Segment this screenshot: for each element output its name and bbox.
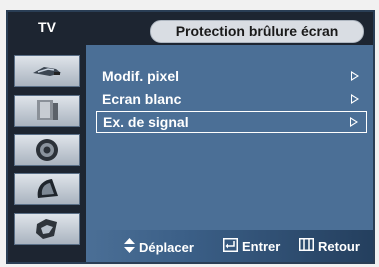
nav-enter-label: Entrer (242, 239, 281, 254)
satellite-dish-icon (37, 179, 58, 198)
up-down-arrows-icon (124, 238, 135, 256)
sidebar (8, 45, 86, 262)
sidebar-item-input[interactable] (14, 55, 80, 87)
menu-item-ecran-blanc[interactable]: Ecran blanc (96, 88, 367, 110)
nav-hint-enter: Entrer (223, 238, 280, 255)
setup-tools-icon (36, 219, 57, 239)
nav-move-label: Déplacer (139, 239, 194, 255)
sidebar-item-picture[interactable] (14, 95, 80, 127)
nav-return-label: Retour (318, 238, 360, 254)
submenu-arrow-icon (351, 94, 359, 104)
title-bar: Protection brûlure écran (86, 12, 373, 45)
tv-tab[interactable]: TV (8, 12, 86, 45)
menu-item-modif-pixel[interactable]: Modif. pixel (96, 65, 367, 87)
menu-item-label: Ex. de signal (103, 114, 189, 130)
speaker-icon (36, 139, 58, 161)
navigation-hint-bar: Déplacer Entrer Retour (86, 230, 373, 262)
submenu-arrow-icon (350, 117, 358, 127)
submenu-arrow-icon (351, 71, 359, 81)
menu-item-label: Modif. pixel (102, 68, 179, 84)
menu-list: Modif. pixel Ecran blanc Ex. de signal (86, 45, 373, 230)
page-title: Protection brûlure écran (150, 20, 364, 43)
menu-return-icon (299, 238, 314, 254)
sidebar-item-channel[interactable] (14, 173, 80, 205)
sidebar-item-sound[interactable] (14, 134, 80, 166)
nav-hint-return: Retour (299, 238, 360, 254)
tv-tab-label: TV (38, 19, 56, 35)
sidebar-item-setup[interactable] (14, 213, 80, 245)
osd-menu-window: TV Protection brûlure écran Modif. pixel… (6, 10, 375, 264)
menu-item-label: Ecran blanc (102, 91, 182, 107)
enter-icon (223, 238, 238, 255)
menu-item-ex-de-signal[interactable]: Ex. de signal (96, 111, 367, 133)
display-icon (37, 100, 58, 120)
antenna-icon (33, 67, 61, 76)
nav-hint-move: Déplacer (124, 238, 194, 256)
